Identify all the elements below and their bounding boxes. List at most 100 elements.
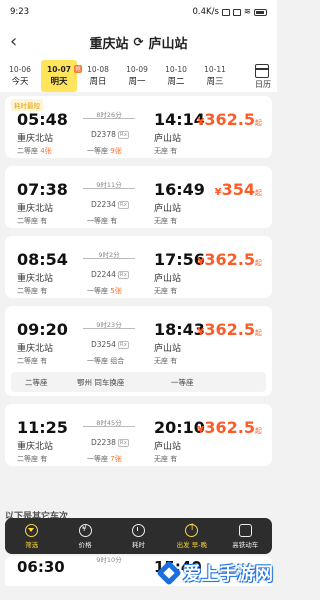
arrival-station: 庐山站: [154, 344, 182, 354]
calendar-icon[interactable]: [255, 64, 269, 78]
train-number: D2234 Rx: [91, 200, 129, 209]
departure-time: 11:25: [17, 418, 68, 437]
train-number-text: D2378: [91, 130, 116, 139]
from-station[interactable]: 重庆站: [89, 33, 128, 52]
bottom-tab-4[interactable]: 高铁动车: [222, 523, 268, 549]
ticket-type-icon: Rx: [117, 201, 129, 209]
seat-type: 二等座: [17, 357, 41, 365]
train-number-text: D3254: [91, 340, 116, 349]
bottom-filter-bar: 筛选 价格 耗时 出发 早-晚 高铁动车: [5, 518, 272, 554]
seat-count: 有: [40, 217, 48, 225]
seat-type: 二等座: [17, 147, 41, 155]
seat-count: 有: [110, 217, 118, 225]
weekday-label: 今天: [11, 77, 29, 87]
watermark-logo-icon: [158, 562, 180, 584]
train-card[interactable]: 耗时最短 05:48 14:14 重庆北站 庐山站 8时26分 D2378 Rx ¥362.5起…: [5, 96, 272, 158]
route-title: 重庆站 ⟳ 庐山站: [89, 33, 187, 52]
ticket-type-icon: Rx: [117, 341, 129, 349]
bottom-tab-0[interactable]: 筛选: [9, 523, 55, 549]
date-label: 10-08: [87, 65, 109, 74]
date-label: 10-11: [204, 65, 226, 74]
date-tab-10-08[interactable]: 10-08 周日: [80, 60, 116, 92]
wifi-icon: ≋: [243, 7, 251, 17]
price: ¥354起: [215, 180, 262, 199]
weekday-label: 周三: [206, 77, 224, 87]
ticket-type-icon: Rx: [117, 439, 129, 447]
swap-icon[interactable]: ⟳: [133, 35, 143, 49]
arrival-station: 庐山站: [154, 442, 182, 452]
train-number-text: D2244: [91, 270, 116, 279]
train-card[interactable]: 07:38 16:49 重庆北站 庐山站 9时11分 D2234 Rx ¥354起 二等座 有一…: [5, 166, 272, 228]
arrival-time: 16:49: [154, 180, 205, 199]
departure-station: 重庆北站: [17, 344, 54, 354]
train-icon: [238, 523, 252, 537]
back-arrow-icon[interactable]: ‹: [10, 32, 28, 52]
seat-transfer-info: 二等座 鄂州 同车换座 一等座: [11, 372, 266, 392]
price: ¥362.5起: [197, 250, 262, 269]
seat-availability: 一等座 7张: [87, 454, 122, 464]
seat-availability: 二等座 4张: [17, 146, 52, 156]
currency-symbol: ¥: [214, 187, 222, 198]
route-line: [83, 118, 135, 119]
date-label: 10-06: [9, 65, 31, 74]
transfer-seat-right: 一等座: [171, 377, 194, 387]
seat-availability: 二等座 有: [17, 356, 47, 366]
departure-time: 05:48: [17, 110, 68, 129]
seat-type: 二等座: [17, 455, 41, 463]
sort-up-icon: [185, 523, 199, 537]
departure-time: 08:54: [17, 250, 68, 269]
seat-availability: 二等座 有: [17, 454, 47, 464]
bottom-tab-label: 价格: [78, 540, 92, 549]
date-tab-10-11[interactable]: 10-11 周三: [197, 60, 233, 92]
departure-time: 06:30: [17, 558, 65, 576]
seat-availability: 二等座 有: [17, 216, 47, 226]
train-number-text: D2234: [91, 200, 116, 209]
date-tab-10-06[interactable]: 10-06 今天: [2, 60, 38, 92]
date-tab-10-07[interactable]: 10-07 抢明天: [41, 60, 82, 92]
price-value: 362.5: [204, 110, 255, 129]
signal-icon: [221, 8, 230, 16]
departure-station: 重庆北站: [17, 274, 54, 284]
arrival-station: 庐山站: [154, 204, 182, 214]
weekday-label: 明天: [50, 77, 68, 87]
bottom-tab-3[interactable]: 出发 早-晚: [169, 523, 215, 549]
route-line: [83, 188, 135, 189]
seat-count: 9张: [110, 147, 122, 155]
transfer-station: 鄂州 同车换座: [77, 377, 125, 387]
bottom-tab-label: 耗时: [131, 540, 145, 549]
date-badge: 抢: [74, 65, 82, 73]
bottom-tab-label: 筛选: [25, 540, 39, 549]
date-label: 10-10: [165, 65, 187, 74]
train-card[interactable]: 11:25 20:10 重庆北站 庐山站 8时45分 D2238 Rx ¥362.5起 二等座 …: [5, 404, 272, 466]
price-suffix: 起: [255, 189, 262, 197]
price-value: 362.5: [204, 418, 255, 437]
price-icon: [78, 523, 92, 537]
seat-count: 有: [170, 287, 178, 295]
train-card[interactable]: 08:54 17:56 重庆北站 庐山站 9时2分 D2244 Rx ¥362.5起 二等座 有…: [5, 236, 272, 298]
status-bar: 9:23 0.4K/s ≋: [0, 0, 277, 24]
network-speed: 0.4K/s: [192, 7, 219, 17]
date-label: 10-07: [47, 65, 71, 74]
bottom-tab-2[interactable]: 耗时: [115, 523, 161, 549]
seat-availability: 一等座 组合: [87, 356, 124, 366]
route-line: [83, 328, 135, 329]
to-station[interactable]: 庐山站: [149, 33, 188, 52]
train-card[interactable]: 09:20 18:43 重庆北站 庐山站 9时23分 D3254 Rx ¥362.5起 二等座 …: [5, 306, 272, 396]
seat-count: 有: [170, 455, 178, 463]
seat-count: 7张: [110, 455, 122, 463]
seat-availability: 一等座 5张: [87, 286, 122, 296]
departure-time: 09:20: [17, 320, 68, 339]
arrival-station: 庐山站: [154, 274, 182, 284]
date-tab-10-09[interactable]: 10-09 周一: [119, 60, 155, 92]
date-selector: 10-06 今天 10-07 抢明天 10-08 周日 10-09 周一 10-10 周二 10-1…: [0, 60, 277, 92]
battery-icon: [254, 8, 267, 16]
seat-type: 无座: [154, 147, 171, 155]
price-value: 362.5: [204, 320, 255, 339]
ticket-type-icon: Rx: [117, 271, 129, 279]
date-tab-10-10[interactable]: 10-10 周二: [158, 60, 194, 92]
seat-availability: 无座 有: [154, 286, 177, 296]
train-number-text: D2238: [91, 438, 116, 447]
price-value: 354: [221, 180, 255, 199]
bottom-tab-1[interactable]: 价格: [62, 523, 108, 549]
seat-availability: 无座 有: [154, 146, 177, 156]
